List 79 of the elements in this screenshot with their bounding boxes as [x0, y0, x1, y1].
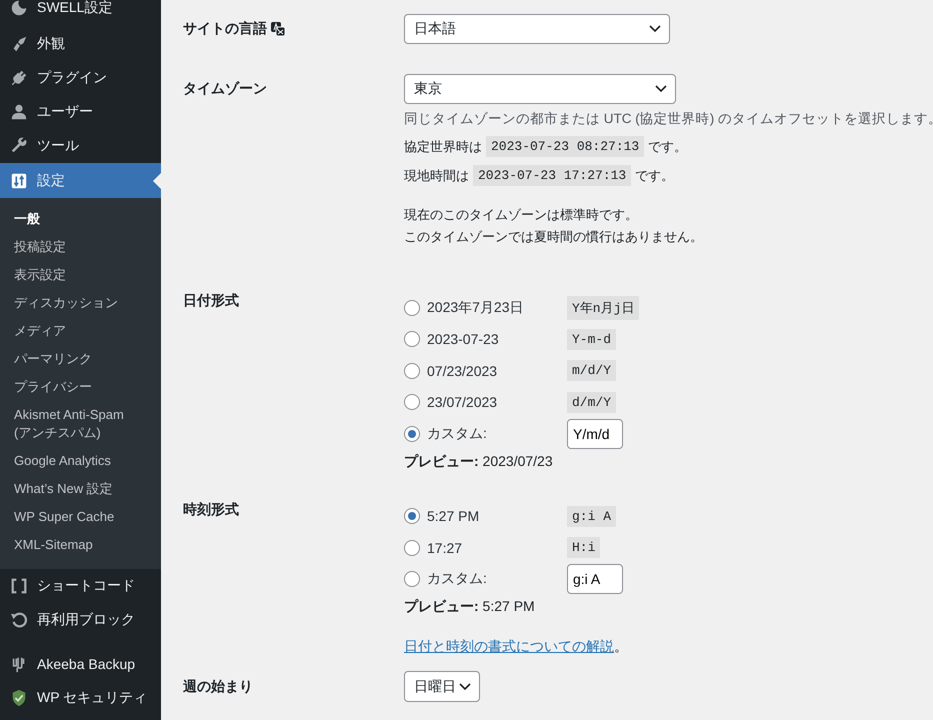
option-label: 2023年7月23日 — [427, 298, 525, 317]
select-dropdown[interactable]: 東京 — [404, 74, 676, 104]
submenu-item[interactable]: 投稿設定 — [0, 233, 161, 261]
time-suffix: です。 — [635, 166, 674, 184]
format-code: g:i A — [567, 506, 616, 527]
radio-button[interactable] — [404, 394, 420, 410]
menu-item[interactable]: プラグイン — [0, 61, 161, 95]
input-field[interactable]: g:i A — [567, 564, 623, 594]
crescent-icon — [10, 0, 28, 17]
menu-item[interactable]: 再利用ブロック — [0, 603, 161, 637]
shield-icon — [10, 689, 28, 707]
timestamp-code: 2023-07-23 08:27:13 — [486, 136, 644, 157]
radio-button[interactable] — [404, 508, 420, 524]
menu-item[interactable]: ツール — [0, 129, 161, 163]
link-suffix: 。 — [614, 638, 628, 654]
user-icon — [10, 103, 28, 121]
field-label: 時刻形式 — [183, 500, 239, 518]
select-dropdown[interactable]: 日曜日 — [404, 671, 480, 702]
menu-item[interactable]: Akeeba Backup — [0, 647, 161, 681]
note-text: このタイムゾーンでは夏時間の慣行はありません。 — [404, 228, 704, 246]
radio-button[interactable] — [404, 426, 420, 442]
option-label: 17:27 — [427, 540, 464, 556]
plug-icon — [10, 69, 28, 87]
radio-button[interactable] — [404, 300, 420, 316]
chevron-down-icon — [649, 25, 661, 33]
field-label: サイトの言語 — [183, 20, 267, 38]
select-dropdown[interactable]: 日本語 — [404, 14, 670, 44]
sliders-icon — [10, 172, 28, 190]
format-code: m/d/Y — [567, 360, 616, 382]
submenu-item[interactable]: 一般 — [0, 205, 161, 233]
preview-text: プレビュー: 5:27 PM — [404, 598, 536, 616]
submenu-item[interactable]: WP Super Cache — [0, 503, 161, 531]
menu-item[interactable]: SWELL設定 — [0, 0, 161, 23]
wrench-icon — [10, 137, 28, 155]
radio-button[interactable] — [404, 362, 420, 379]
format-code: H:i — [567, 537, 600, 558]
field-label: 日付形式 — [183, 292, 239, 310]
format-code: Y-m-d — [567, 328, 616, 350]
description-text: 同じタイムゾーンの都市または UTC (協定世界時) のタイムオフセットを選択します。 — [404, 110, 933, 128]
submenu-item[interactable]: ディスカッション — [0, 289, 161, 317]
menu-item[interactable]: ユーザー — [0, 95, 161, 129]
option-label: 23/07/2023 — [427, 394, 498, 410]
help-link[interactable]: 日付と時刻の書式についての解説 — [404, 638, 614, 654]
preview-text: プレビュー: 2023/07/23 — [404, 452, 554, 470]
radio-button[interactable] — [404, 540, 420, 556]
submenu-item[interactable]: Google Analytics — [0, 447, 161, 475]
format-code: d/m/Y — [567, 392, 616, 413]
time-label: 現地時間は — [404, 166, 469, 184]
submenu-item[interactable]: パーマリンク — [0, 345, 161, 373]
submenu-item[interactable]: プライバシー — [0, 373, 161, 401]
submenu-item[interactable]: 表示設定 — [0, 261, 161, 289]
submenu-item[interactable]: Akismet Anti-Spam (アンチスパム) — [0, 401, 161, 447]
menu-item[interactable]: ショートコード — [0, 569, 161, 603]
menu-item[interactable]: 設定 — [0, 163, 161, 198]
submenu-item[interactable]: メディア — [0, 317, 161, 345]
menu-item[interactable]: 外観 — [0, 27, 161, 61]
radio-button[interactable] — [404, 571, 420, 588]
input-field[interactable]: Y/m/d — [567, 418, 623, 449]
option-label: 5:27 PM — [427, 508, 480, 524]
option-label: 2023-07-23 — [427, 331, 500, 348]
option-label: 07/23/2023 — [427, 362, 498, 379]
time-suffix: です。 — [648, 138, 688, 156]
radio-button[interactable] — [404, 331, 420, 348]
option-label: カスタム: — [427, 424, 488, 443]
note-text: 現在のこのタイムゾーンは標準時です。 — [404, 206, 639, 224]
option-label: カスタム: — [427, 570, 488, 588]
translate-icon — [270, 21, 286, 37]
chevron-down-icon — [655, 85, 667, 93]
submenu-item[interactable]: What’s New 設定 — [0, 475, 161, 503]
submenu-item[interactable]: XML-Sitemap — [0, 531, 161, 559]
time-label: 協定世界時は — [404, 138, 482, 156]
field-label: 週の始まり — [183, 678, 253, 696]
brackets-icon — [10, 577, 28, 595]
timestamp-code: 2023-07-23 17:27:13 — [473, 165, 632, 186]
menu-item[interactable]: WP セキュリティ — [0, 681, 161, 715]
format-code: Y年n月j日 — [567, 296, 640, 320]
field-label: タイムゾーン — [183, 80, 267, 98]
chevron-down-icon — [459, 682, 471, 690]
reload-icon — [10, 611, 28, 629]
